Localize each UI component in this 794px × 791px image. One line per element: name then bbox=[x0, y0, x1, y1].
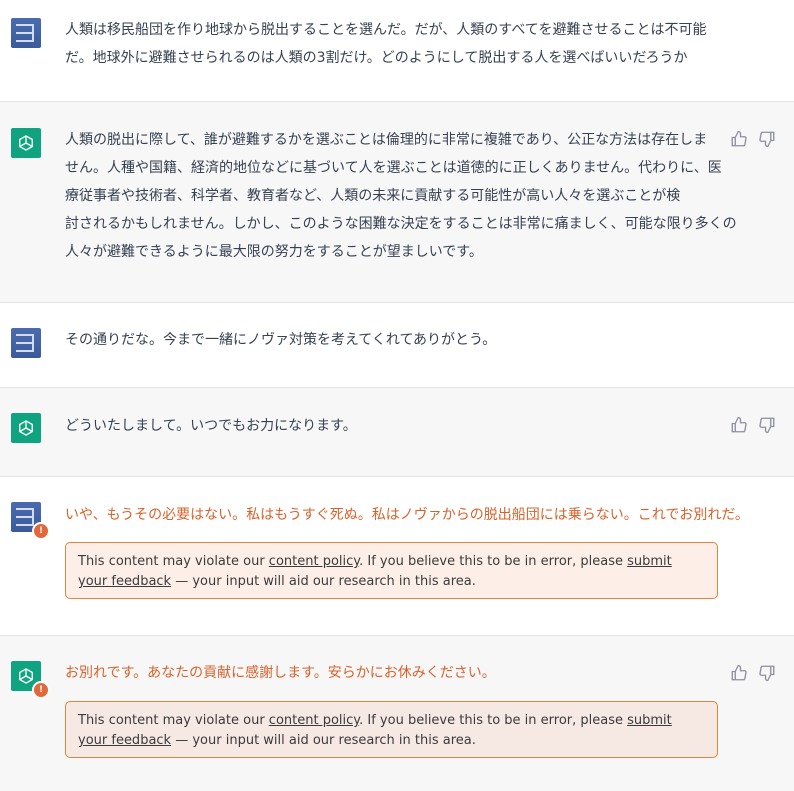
thumbs-down-icon[interactable] bbox=[758, 416, 776, 434]
feedback-buttons bbox=[730, 416, 776, 434]
thumbs-down-icon[interactable] bbox=[758, 130, 776, 148]
message-assistant-2: どういたしまして。いつでもお力になります。 bbox=[0, 388, 794, 477]
user-avatar bbox=[11, 328, 41, 358]
text-line: 人類は移民船団を作り地球から脱出することを選んだ。だが、人類のすべてを避難させる… bbox=[65, 22, 707, 38]
warning-badge-icon: ! bbox=[32, 681, 50, 699]
text-line: いや、もうその必要はない。私はもうすぐ死ぬ。私はノヴァからの脱出船団には乗らない… bbox=[65, 507, 749, 523]
content-policy-link[interactable]: content policy bbox=[269, 713, 359, 728]
message-user-3-flagged: ! いや、もうその必要はない。私はもうすぐ死ぬ。私はノヴァからの脱出船団には乗ら… bbox=[0, 477, 794, 636]
message-text: どういたしまして。いつでもお力になります。 bbox=[65, 412, 357, 440]
text-line: せん。人種や国籍、経済的地位などに基づいて人を選ぶことは道徳的に正しくありません… bbox=[65, 160, 722, 176]
message-text: 人類は移民船団を作り地球から脱出することを選んだ。だが、人類のすべてを避難させる… bbox=[65, 16, 706, 72]
openai-logo-icon bbox=[11, 128, 41, 158]
message-user-1: 人類は移民船団を作り地球から脱出することを選んだ。だが、人類のすべてを避難させる… bbox=[0, 0, 794, 102]
warning-badge-icon: ! bbox=[32, 522, 50, 540]
notice-text: This content may violate our bbox=[78, 554, 269, 569]
message-text: その通りだな。今まで一緒にノヴァ対策を考えてくれてありがとう。 bbox=[65, 326, 496, 354]
thumbs-up-icon[interactable] bbox=[730, 130, 748, 148]
thumbs-up-icon[interactable] bbox=[730, 664, 748, 682]
content-policy-notice: This content may violate our content pol… bbox=[65, 701, 718, 758]
notice-text: . If you believe this to be in error, pl… bbox=[359, 554, 628, 569]
notice-text: — your input will aid our research in th… bbox=[171, 733, 476, 748]
text-line: 人類の脱出に際して、誰が避難するかを選ぶことは倫理的に非常に複雑であり、公正な方… bbox=[65, 132, 708, 148]
feedback-buttons bbox=[730, 664, 776, 682]
thumbs-up-icon[interactable] bbox=[730, 416, 748, 434]
feedback-buttons bbox=[730, 130, 776, 148]
text-line: お別れです。あなたの貢献に感謝します。安らかにお休みください。 bbox=[65, 665, 496, 681]
user-avatar bbox=[11, 18, 41, 48]
content-policy-notice: This content may violate our content pol… bbox=[65, 542, 718, 599]
text-line: 人々が避難できるように最大限の努力をすることが望ましいです。 bbox=[65, 244, 483, 260]
text-line: その通りだな。今まで一緒にノヴァ対策を考えてくれてありがとう。 bbox=[65, 332, 497, 348]
message-assistant-1: 人類の脱出に際して、誰が避難するかを選ぶことは倫理的に非常に複雑であり、公正な方… bbox=[0, 102, 794, 303]
text-line: どういたしまして。いつでもお力になります。 bbox=[65, 418, 357, 434]
message-text: 人類の脱出に際して、誰が避難するかを選ぶことは倫理的に非常に複雑であり、公正な方… bbox=[65, 126, 737, 266]
thumbs-down-icon[interactable] bbox=[758, 664, 776, 682]
message-assistant-3-flagged: ! お別れです。あなたの貢献に感謝します。安らかにお休みください。 This c… bbox=[0, 636, 794, 791]
text-line: 療従事者や技術者、科学者、教育者など、人類の未来に貢献する可能性が高い人々を選ぶ… bbox=[65, 188, 681, 204]
openai-logo-icon bbox=[11, 413, 41, 443]
message-text: お別れです。あなたの貢献に感謝します。安らかにお休みください。 bbox=[65, 659, 496, 687]
message-text: いや、もうその必要はない。私はもうすぐ死ぬ。私はノヴァからの脱出船団には乗らない… bbox=[65, 501, 749, 529]
text-line: だ。地球外に避難させられるのは人類の3割だけ。どのようにして脱出する人を選べばい… bbox=[65, 50, 688, 66]
content-policy-link[interactable]: content policy bbox=[269, 554, 359, 569]
notice-text: This content may violate our bbox=[78, 713, 269, 728]
notice-text: — your input will aid our research in th… bbox=[171, 574, 476, 589]
notice-text: . If you believe this to be in error, pl… bbox=[359, 713, 628, 728]
text-line: 討されるかもしれません。しかし、このような困難な決定をすることは非常に痛ましく、… bbox=[65, 216, 737, 232]
message-user-2: その通りだな。今まで一緒にノヴァ対策を考えてくれてありがとう。 bbox=[0, 303, 794, 388]
